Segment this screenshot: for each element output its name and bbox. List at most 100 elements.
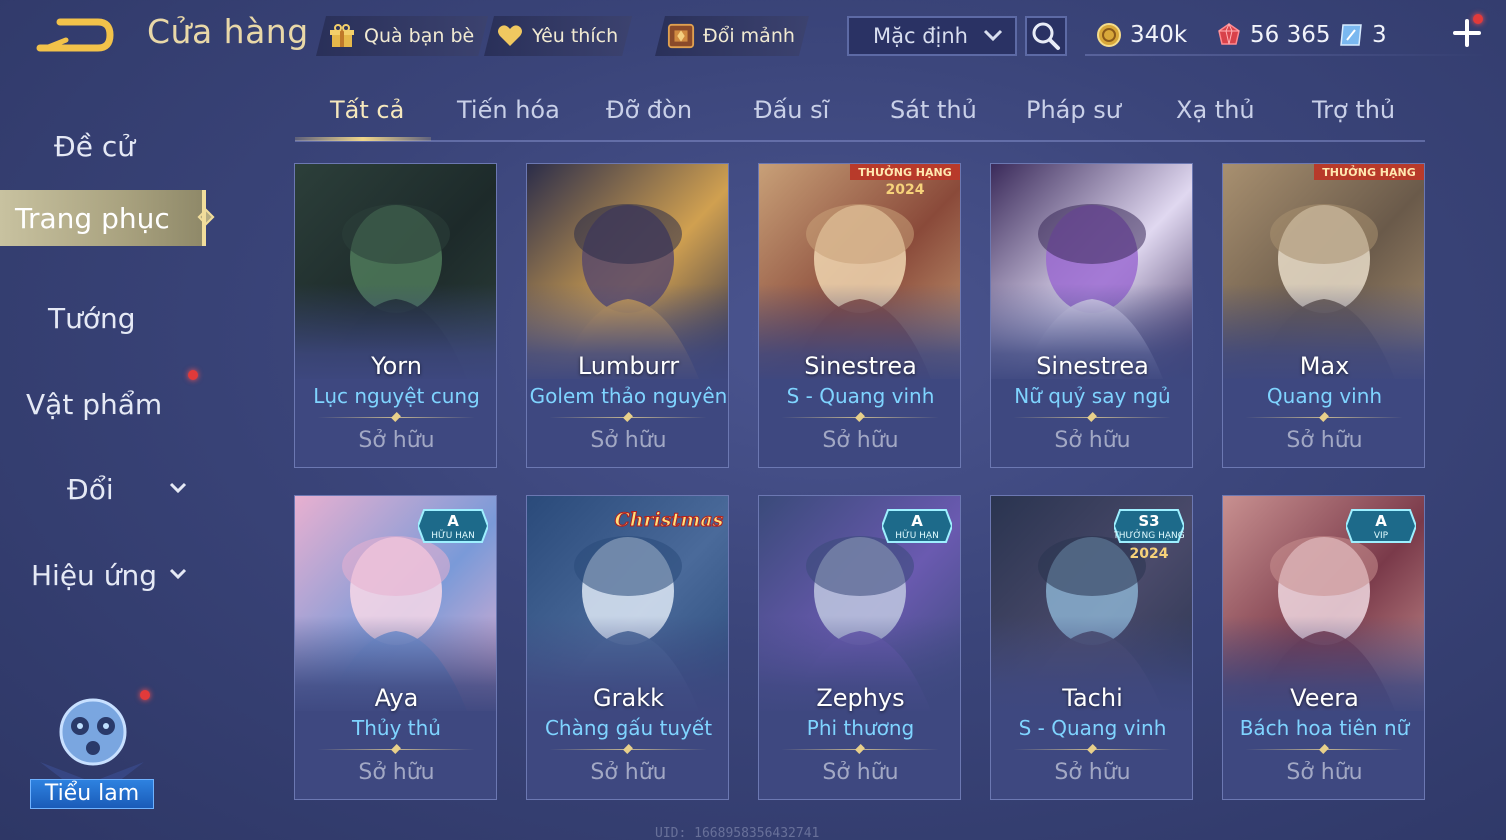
badge-tier: A bbox=[911, 512, 923, 530]
badge-label: Christmas bbox=[615, 509, 724, 531]
tab-support[interactable]: Trợ thủ bbox=[1312, 96, 1395, 124]
skin-name: Thủy thủ bbox=[352, 716, 441, 740]
badge-subtitle: VIP bbox=[1374, 531, 1389, 541]
search-button[interactable] bbox=[1025, 16, 1067, 56]
gold-amount: 340k bbox=[1130, 22, 1188, 48]
hero-name: Yorn bbox=[371, 352, 422, 380]
badge-subtitle: HỮU HẠN bbox=[895, 529, 939, 541]
heart-icon bbox=[496, 22, 524, 50]
hero-name: Lumburr bbox=[577, 352, 680, 380]
sort-dropdown[interactable]: Mặc định bbox=[847, 16, 1017, 56]
chevron-down-icon bbox=[169, 482, 187, 494]
shard-exchange-tab[interactable]: Đổi mảnh bbox=[655, 16, 809, 56]
skin-card[interactable]: Lumburr Golem thảo nguyên Sở hữu bbox=[526, 163, 729, 468]
ownership-status: Sở hữu bbox=[1054, 428, 1131, 453]
divider-diamond-icon bbox=[1087, 412, 1097, 422]
gem-amount: 56 365 bbox=[1250, 22, 1331, 48]
currency-divider bbox=[1085, 54, 1485, 56]
tab-fighter[interactable]: Đấu sĩ bbox=[754, 96, 829, 124]
sidebar-item-skins[interactable]: Trang phục bbox=[0, 190, 215, 246]
tab-marksman[interactable]: Xạ thủ bbox=[1176, 96, 1255, 124]
page-title: Cửa hàng bbox=[147, 12, 309, 51]
divider-diamond-icon bbox=[1319, 744, 1329, 754]
tab-evolution[interactable]: Tiến hóa bbox=[457, 96, 560, 124]
notification-dot bbox=[1473, 14, 1483, 24]
hero-name: Aya bbox=[374, 684, 419, 712]
skin-card[interactable]: A VIP Veera Bách hoa tiên nữ Sở hữu bbox=[1222, 495, 1425, 800]
ownership-status: Sở hữu bbox=[822, 760, 899, 785]
divider-diamond-icon bbox=[1087, 744, 1097, 754]
sidebar-item-exchange[interactable]: Đổi bbox=[0, 461, 206, 517]
hero-name: Sinestrea bbox=[804, 352, 917, 380]
sidebar-item-label: Đổi bbox=[67, 472, 114, 506]
sidebar-item-label: Trang phục bbox=[15, 201, 170, 235]
sidebar-item-recommended[interactable]: Đề cử bbox=[0, 118, 206, 174]
skin-card[interactable]: A HỮU HẠN Zephys Phi thương Sở hữu bbox=[758, 495, 961, 800]
uid-watermark: UID: 1668958356432741 bbox=[655, 826, 820, 840]
favorites-tab[interactable]: Yêu thích bbox=[484, 16, 632, 56]
ownership-status: Sở hữu bbox=[1286, 760, 1363, 785]
mascot-label[interactable]: Tiểu lam bbox=[30, 779, 154, 809]
voucher-amount: 3 bbox=[1372, 22, 1387, 48]
tab-mage[interactable]: Pháp sư bbox=[1026, 96, 1121, 124]
sidebar-item-items[interactable]: Vật phẩm bbox=[0, 376, 206, 432]
tab-assassin[interactable]: Sát thủ bbox=[890, 96, 977, 124]
skin-name: S - Quang vinh bbox=[786, 384, 935, 408]
skin-card[interactable]: Sinestrea Nữ quỷ say ngủ Sở hữu bbox=[990, 163, 1193, 468]
active-tab-indicator bbox=[295, 137, 431, 141]
badge-subtitle: HỮU HẠN bbox=[431, 529, 475, 541]
back-button[interactable] bbox=[36, 14, 116, 56]
gold-currency: 340k bbox=[1096, 18, 1187, 52]
sidebar-item-heroes[interactable]: Tướng bbox=[0, 290, 206, 346]
sidebar-item-label: Vật phẩm bbox=[26, 387, 163, 421]
divider-diamond-icon bbox=[855, 744, 865, 754]
gift-icon bbox=[328, 22, 356, 50]
back-arrow-icon bbox=[36, 18, 114, 52]
sort-selected-value: Mặc định bbox=[873, 24, 968, 48]
divider-diamond-icon bbox=[1319, 412, 1329, 422]
tier-badge-icon: A VIP bbox=[1346, 509, 1416, 543]
tab-tank[interactable]: Đỡ đòn bbox=[606, 96, 692, 124]
skin-card[interactable]: THƯỞNG HẠNG 2024 Sinestrea S - Quang vin… bbox=[758, 163, 961, 468]
ownership-status: Sở hữu bbox=[822, 428, 899, 453]
friend-gift-tab[interactable]: Quà bạn bè bbox=[316, 16, 488, 56]
badge-subtitle: THƯỞNG HẠNG bbox=[1114, 529, 1184, 541]
ownership-status: Sở hữu bbox=[590, 428, 667, 453]
top-bar: Cửa hàng Quà bạn bè Yêu thích Đổi mảnh M… bbox=[0, 0, 1506, 70]
tier-badge-icon: S3 THƯỞNG HẠNG 2024 bbox=[1114, 509, 1184, 562]
notification-dot bbox=[140, 690, 150, 700]
tab-all[interactable]: Tất cả bbox=[330, 96, 404, 124]
hero-name: Sinestrea bbox=[1036, 352, 1149, 380]
favorites-label: Yêu thích bbox=[532, 25, 619, 47]
skin-card[interactable]: A HỮU HẠN Aya Thủy thủ Sở hữu bbox=[294, 495, 497, 800]
gold-coin-icon bbox=[1097, 23, 1121, 47]
hero-name: Max bbox=[1299, 352, 1350, 380]
skin-name: S - Quang vinh bbox=[1018, 716, 1167, 740]
voucher-currency: 3 bbox=[1338, 18, 1387, 52]
skin-name: Bách hoa tiên nữ bbox=[1239, 716, 1410, 740]
ownership-status: Sở hữu bbox=[358, 760, 435, 785]
chevron-down-icon bbox=[983, 29, 1003, 42]
hero-name: Tachi bbox=[1062, 684, 1123, 712]
rank-badge-icon: THƯỞNG HẠNG bbox=[1314, 164, 1424, 180]
skin-name: Quang vinh bbox=[1266, 384, 1383, 408]
skin-card[interactable]: Yorn Lục nguyệt cung Sở hữu bbox=[294, 163, 497, 468]
ownership-status: Sở hữu bbox=[358, 428, 435, 453]
badge-tier: S3 bbox=[1138, 512, 1159, 530]
red-gem-icon bbox=[1218, 22, 1240, 45]
skin-name: Golem thảo nguyên bbox=[529, 384, 728, 408]
skin-name: Nữ quỷ say ngủ bbox=[1014, 384, 1171, 408]
badge-tier: A bbox=[447, 512, 459, 530]
skin-card[interactable]: Christmas Grakk Chàng gấu tuyết Sở hữu bbox=[526, 495, 729, 800]
skin-name: Phi thương bbox=[806, 716, 915, 740]
sidebar-item-label: Tướng bbox=[48, 301, 136, 335]
ownership-status: Sở hữu bbox=[1286, 428, 1363, 453]
skin-name: Lục nguyệt cung bbox=[313, 384, 480, 408]
skin-card[interactable]: S3 THƯỞNG HẠNG 2024 Tachi S - Quang vinh… bbox=[990, 495, 1193, 800]
divider-diamond-icon bbox=[623, 744, 633, 754]
skin-card[interactable]: THƯỞNG HẠNG Max Quang vinh Sở hữu bbox=[1222, 163, 1425, 468]
ownership-status: Sở hữu bbox=[1054, 760, 1131, 785]
hero-name: Veera bbox=[1290, 684, 1359, 712]
sidebar-item-effects[interactable]: Hiệu ứng bbox=[0, 547, 206, 603]
tabs-divider bbox=[295, 140, 1425, 142]
